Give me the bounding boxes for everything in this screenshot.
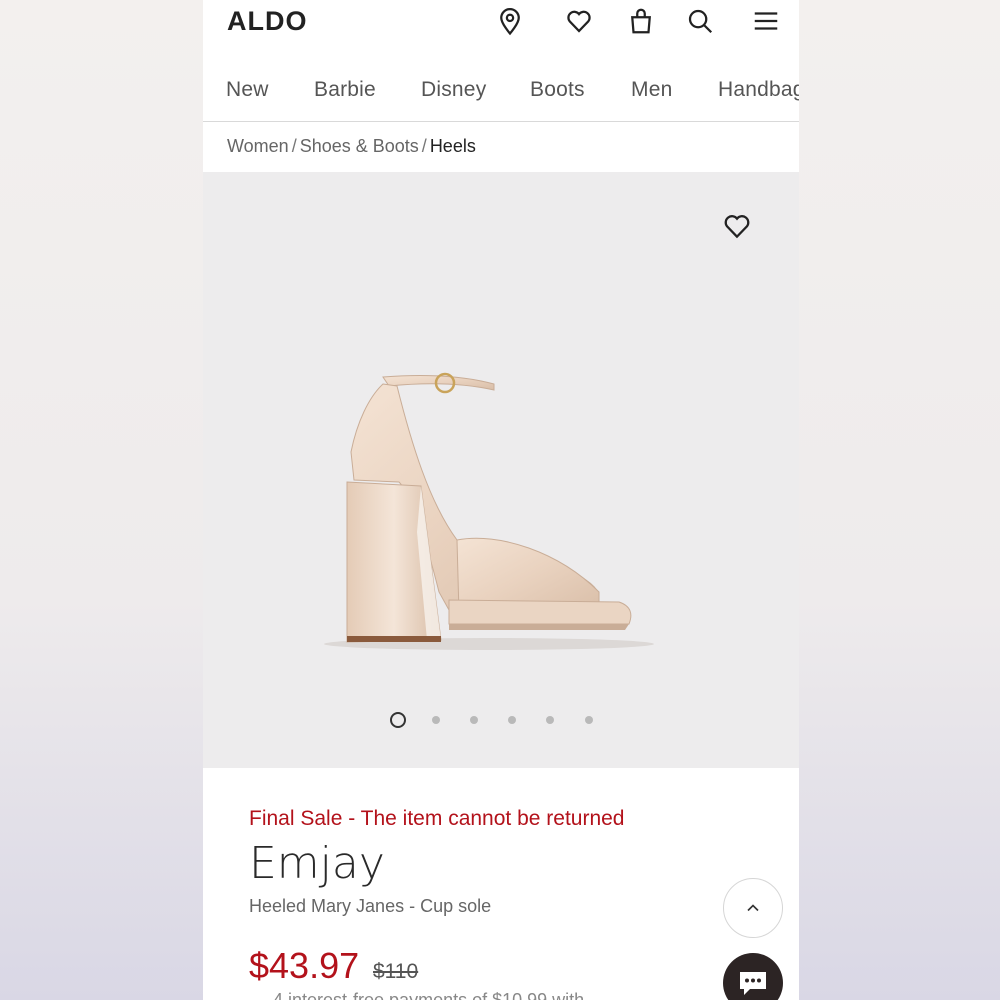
backdrop-left — [0, 0, 203, 1000]
sale-price: $43.97 — [249, 945, 360, 986]
carousel-dot-6[interactable] — [585, 716, 593, 724]
carousel-dot-5[interactable] — [546, 716, 554, 724]
search-icon[interactable] — [683, 4, 717, 38]
chat-bubble-icon — [740, 972, 766, 995]
nav-item-handbags[interactable]: Handbags — [718, 78, 799, 102]
product-page: ALDO New Barbie Disney Boots Men Handbag… — [203, 0, 799, 1000]
category-nav: New Barbie Disney Boots Men Handbags — [203, 60, 799, 122]
product-name: Emjay — [249, 838, 385, 889]
breadcrumb-current: Heels — [429, 136, 476, 156]
carousel-dots — [203, 712, 799, 728]
chevron-up-icon — [747, 904, 759, 912]
menu-icon[interactable] — [749, 4, 783, 38]
nav-item-boots[interactable]: Boots — [530, 78, 585, 102]
carousel-dot-2[interactable] — [432, 716, 440, 724]
carousel-dot-3[interactable] — [470, 716, 478, 724]
nav-item-disney[interactable]: Disney — [421, 78, 486, 102]
add-to-wishlist-heart-icon[interactable] — [721, 210, 755, 244]
breadcrumb-women[interactable]: Women — [227, 136, 289, 156]
nav-item-new[interactable]: New — [226, 78, 269, 102]
scroll-to-top-button[interactable] — [723, 878, 783, 938]
chat-button[interactable] — [723, 953, 783, 1000]
breadcrumb-separator: / — [291, 136, 297, 156]
carousel-dot-4[interactable] — [508, 716, 516, 724]
breadcrumb-shoes-boots[interactable]: Shoes & Boots — [300, 136, 419, 156]
wishlist-heart-icon[interactable] — [562, 4, 596, 38]
carousel-dot-1[interactable] — [390, 712, 406, 728]
final-sale-notice: Final Sale - The item cannot be returned — [249, 807, 625, 830]
product-subtitle: Heeled Mary Janes - Cup sole — [249, 896, 492, 916]
product-image[interactable] — [299, 362, 669, 662]
backdrop-right — [798, 0, 1000, 1000]
afterpay-text: 4 interest-free payments of $10.99 with — [273, 990, 585, 1000]
location-icon[interactable] — [493, 4, 527, 38]
header: ALDO — [203, 0, 799, 60]
nav-item-barbie[interactable]: Barbie — [314, 78, 376, 102]
aldo-logo[interactable]: ALDO — [227, 6, 308, 37]
original-price: $110 — [373, 960, 419, 983]
breadcrumb: Women / Shoes & Boots / Heels — [227, 136, 476, 157]
breadcrumb-separator: / — [421, 136, 427, 156]
shopping-bag-icon[interactable] — [624, 4, 658, 38]
product-gallery[interactable] — [203, 172, 799, 768]
nav-item-men[interactable]: Men — [631, 78, 672, 102]
